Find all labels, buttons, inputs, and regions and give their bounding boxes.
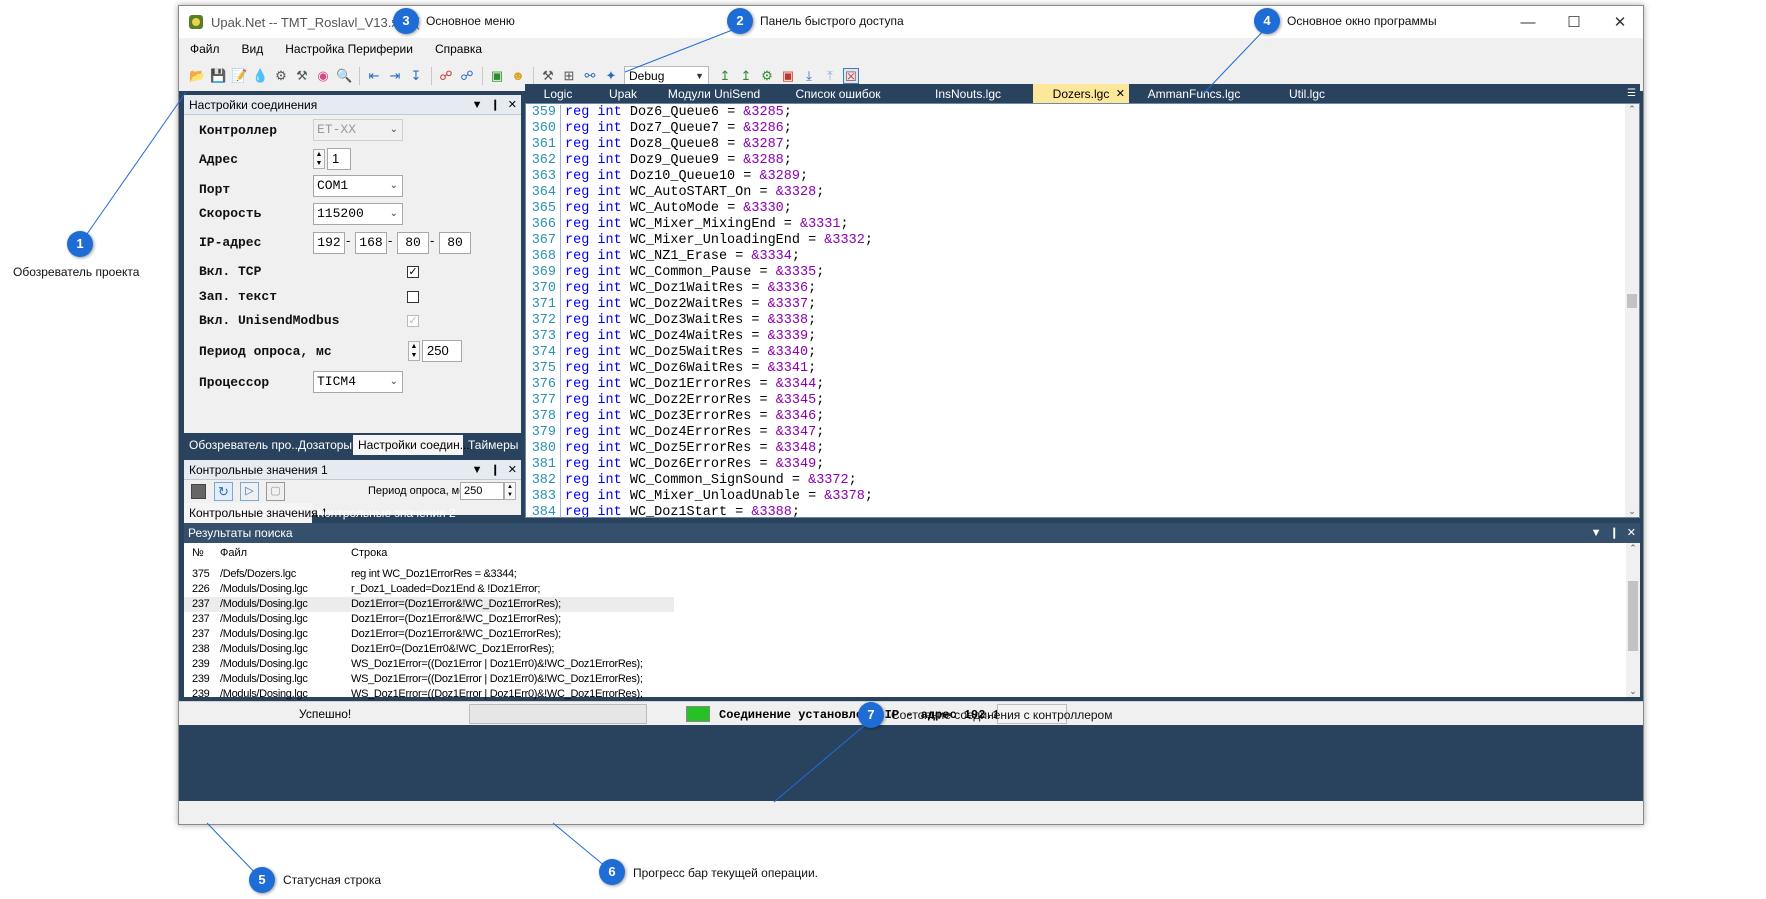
callout-label-3: Основное меню [426,14,515,28]
callout-badge-7: 7 [858,702,884,728]
callout-label-4: Основное окно программы [1287,14,1437,28]
callout-label-1: Обозреватель проекта [13,265,140,279]
leader-7 [773,719,872,803]
leader-4 [1202,26,1268,95]
callout-label-7: Состояние соединения с контроллером [891,708,1113,722]
callout-badge-4: 4 [1254,8,1280,34]
annotated-screenshot: Upak.Net -- TMT_Roslavl_V13.xml ( — ☐ ✕ … [0,0,1766,899]
callout-label-5: Статусная строка [283,873,382,887]
callout-leaders [79,21,1268,881]
callout-label-2: Панель быстрого доступа [760,14,904,28]
callout-badge-1: 1 [67,231,93,257]
callout-badge-6: 6 [599,859,625,885]
leader-2 [624,26,741,73]
callout-badge-3: 3 [393,8,419,34]
callout-label-6: Прогресс бар текущей операции. [633,866,818,880]
callout-badge-5: 5 [249,867,275,893]
leader-1 [79,91,187,245]
callout-badge-2: 2 [727,8,753,34]
